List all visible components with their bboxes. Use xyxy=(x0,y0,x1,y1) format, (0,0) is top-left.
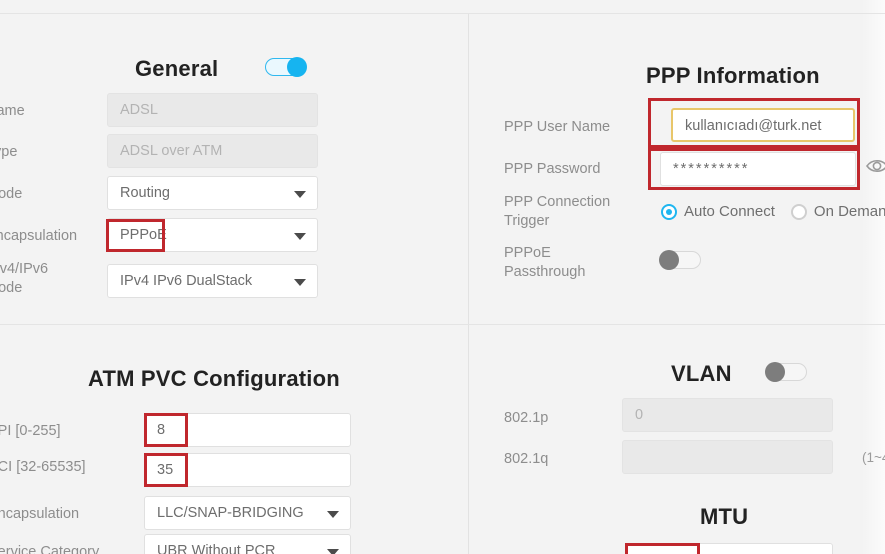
select-atm-encapsulation-value: LLC/SNAP-BRIDGING xyxy=(157,505,304,521)
label-atm-encapsulation: Encapsulation xyxy=(0,506,80,522)
label-vlan-8021q: 802.1q xyxy=(504,451,549,467)
input-ppp-password[interactable]: ********** xyxy=(660,152,856,186)
select-general-ip-mode-value: IPv4 IPv6 DualStack xyxy=(120,273,253,289)
section-title-general: General xyxy=(135,56,219,81)
select-general-encapsulation-value: PPPoE xyxy=(120,227,167,243)
select-general-ip-mode[interactable]: IPv4 IPv6 DualStack xyxy=(107,264,318,298)
label-general-name: Name xyxy=(0,103,25,119)
input-general-type: ADSL over ATM xyxy=(107,134,318,168)
pppoe-passthrough-toggle[interactable] xyxy=(659,250,703,270)
chevron-down-icon xyxy=(294,233,306,240)
toggle-knob xyxy=(765,362,785,382)
select-atm-service-category[interactable]: UBR Without PCR xyxy=(144,534,351,554)
select-general-encapsulation[interactable]: PPPoE xyxy=(107,218,318,252)
label-ppp-password: PPP Password xyxy=(504,161,601,177)
label-vlan-8021p: 802.1p xyxy=(504,410,549,426)
input-general-name: ADSL xyxy=(107,93,318,127)
input-vlan-8021p: 0 xyxy=(622,398,833,432)
general-enable-toggle[interactable] xyxy=(263,57,307,77)
toggle-knob xyxy=(659,250,679,270)
label-general-mode: Mode xyxy=(0,186,23,202)
label-general-encapsulation: Encapsulation xyxy=(0,228,78,244)
divider-vertical-upper xyxy=(468,14,469,324)
chevron-down-icon xyxy=(294,191,306,198)
input-atm-vci[interactable]: 35 xyxy=(144,453,351,487)
select-atm-encapsulation[interactable]: LLC/SNAP-BRIDGING xyxy=(144,496,351,530)
input-ppp-user-name[interactable]: kullanıcıadı@turk.net xyxy=(671,108,855,142)
divider-middle xyxy=(0,324,885,325)
toggle-knob xyxy=(287,57,307,77)
select-general-mode[interactable]: Routing xyxy=(107,176,318,210)
section-title-vlan: VLAN xyxy=(671,361,732,386)
radio-auto-connect[interactable] xyxy=(661,203,677,220)
section-title-atm-pvc: ATM PVC Configuration xyxy=(88,366,340,391)
select-atm-service-category-value: UBR Without PCR xyxy=(157,543,276,554)
vlan-enable-toggle[interactable] xyxy=(765,362,809,382)
chevron-down-icon xyxy=(294,279,306,286)
label-atm-vpi: VPI [0-255] xyxy=(0,423,61,439)
eye-icon[interactable] xyxy=(866,157,885,175)
router-wan-settings-page: General Name ADSL Type ADSL over ATM Mod… xyxy=(0,0,885,554)
label-atm-vci: VCI [32-65535] xyxy=(0,459,86,475)
divider-vertical-lower xyxy=(468,325,469,554)
right-edge-band xyxy=(862,0,885,554)
label-general-ip-mode: IPv4/IPv6 Mode xyxy=(0,261,49,296)
hint-vlan-8021q-range: (1~4 xyxy=(862,450,885,465)
label-general-type: Type xyxy=(0,144,18,160)
chevron-down-icon xyxy=(327,549,339,554)
label-pppoe-passthrough: PPPoE Passthrough xyxy=(504,245,586,280)
radio-label-auto-connect: Auto Connect xyxy=(684,203,775,221)
radio-group-ppp-connection-trigger: Auto Connect On Demand xyxy=(661,203,885,221)
radio-on-demand[interactable] xyxy=(790,203,807,220)
label-ppp-user-name: PPP User Name xyxy=(504,119,611,135)
select-general-mode-value: Routing xyxy=(120,185,170,201)
input-mtu[interactable] xyxy=(625,543,833,554)
input-atm-vpi[interactable]: 8 xyxy=(144,413,351,447)
divider-top xyxy=(0,13,885,14)
radio-label-on-demand: On Demand xyxy=(813,203,885,221)
chevron-down-icon xyxy=(327,511,339,518)
section-title-mtu: MTU xyxy=(700,504,749,529)
section-title-ppp-information: PPP Information xyxy=(646,63,820,88)
input-vlan-8021q xyxy=(622,440,833,474)
label-ppp-connection-trigger: PPP Connection Trigger xyxy=(504,194,611,229)
label-atm-service-category: Service Category xyxy=(0,544,100,554)
